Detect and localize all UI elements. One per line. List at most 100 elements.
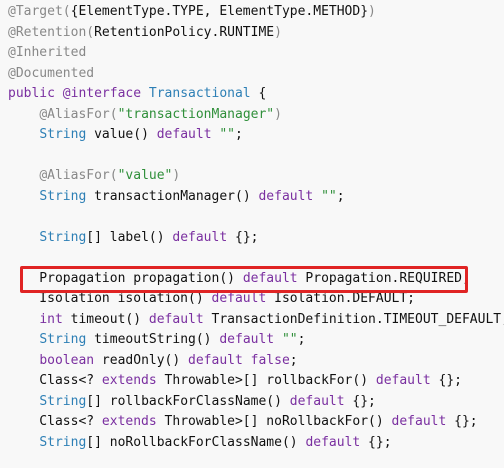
code-token: ;	[235, 127, 243, 142]
code-token: @AliasFor(	[39, 168, 118, 183]
code-token: Class<?	[8, 414, 102, 429]
code-line: @AliasFor("transactionManager")	[8, 105, 504, 126]
code-token: {};	[227, 229, 259, 245]
code-token: @interface	[62, 86, 149, 101]
code-line: String[] label() default {};	[8, 228, 504, 249]
code-token: Isolation.DEFAULT;	[266, 291, 416, 306]
code-line: @AliasFor("value")	[8, 166, 504, 187]
code-token: [] label()	[86, 229, 173, 245]
code-token: TransactionDefinition.TIMEOUT_DEFAULT;	[203, 311, 504, 327]
code-line: public @interface Transactional {	[8, 84, 504, 105]
code-token: @Target(	[8, 4, 71, 19]
code-token: {ElementType.TYPE, ElementType.METHOD}	[70, 4, 369, 19]
code-token: default	[156, 127, 212, 142]
code-line: String transactionManager() default "";	[8, 187, 504, 208]
code-token: @Retention(	[8, 24, 95, 40]
code-token: ;	[297, 332, 306, 347]
code-token: @AliasFor(	[39, 106, 118, 122]
code-token: default	[148, 311, 204, 327]
code-token: ""	[219, 127, 236, 142]
code-token: ;	[289, 352, 298, 368]
code-token: int	[39, 311, 63, 327]
code-token: Isolation isolation()	[8, 291, 212, 306]
code-token: RetentionPolicy.RUNTIME	[94, 24, 275, 40]
code-token: "value"	[117, 168, 173, 183]
code-token: {};	[344, 393, 376, 409]
code-line: String timeoutString() default "";	[8, 330, 504, 351]
code-token: )	[368, 4, 376, 19]
code-line: String value() default "";	[8, 125, 504, 146]
code-token: "transactionManager"	[117, 106, 275, 122]
code-token: Class<?	[8, 373, 102, 388]
code-line: Class<? extends Throwable>[] rollbackFor…	[8, 371, 504, 392]
code-line: @Retention(RetentionPolicy.RUNTIME)	[8, 23, 504, 44]
code-token: )	[274, 24, 282, 40]
code-token: default	[188, 352, 243, 368]
code-token: ""	[281, 332, 298, 347]
code-token: public	[8, 86, 63, 101]
code-token: transactionManager()	[86, 188, 259, 204]
code-token: default	[172, 229, 228, 245]
code-line: @Target({ElementType.TYPE, ElementType.M…	[8, 2, 504, 23]
code-line: @Documented	[8, 64, 504, 85]
code-token: )	[274, 106, 282, 122]
code-block: @Target({ElementType.TYPE, ElementType.M…	[8, 2, 504, 453]
code-token: Transactional	[148, 86, 251, 101]
code-token: {};	[446, 414, 478, 429]
code-token: false	[250, 352, 290, 368]
code-token: boolean	[39, 352, 95, 368]
code-token: ""	[321, 188, 337, 204]
highlight-box	[20, 266, 468, 293]
code-token: default	[219, 332, 275, 347]
code-token: [] rollbackForClassName()	[86, 393, 290, 409]
code-token: String	[39, 127, 87, 142]
code-token: String	[39, 188, 87, 204]
code-line: Class<? extends Throwable>[] noRollbackF…	[8, 412, 504, 433]
code-token: {	[250, 86, 267, 101]
code-token: @Documented	[8, 65, 95, 81]
code-token: timeoutString()	[86, 332, 220, 347]
code-line: boolean readOnly() default false;	[8, 351, 504, 372]
code-token: )	[172, 168, 181, 183]
code-token: String	[39, 332, 87, 347]
code-token: String	[39, 393, 87, 409]
code-token: [] noRollbackForClassName()	[86, 434, 306, 450]
code-token: {};	[360, 434, 392, 450]
code-token: Throwable>[] rollbackFor()	[156, 373, 376, 388]
code-token: default	[391, 414, 447, 429]
code-token: value()	[86, 127, 157, 142]
code-token: default	[375, 373, 431, 388]
code-token: default	[258, 188, 314, 204]
code-token: default	[305, 434, 361, 450]
code-line: int timeout() default TransactionDefinit…	[8, 310, 504, 331]
code-token: extends	[101, 414, 157, 429]
code-line: @Inherited	[8, 43, 504, 64]
code-token: default	[289, 393, 345, 409]
code-token: @Inherited	[8, 45, 87, 60]
code-token: timeout()	[62, 311, 149, 327]
code-token: Throwable>[] noRollbackFor()	[156, 414, 392, 429]
code-token: {};	[430, 373, 462, 388]
code-token: String	[39, 434, 87, 450]
code-token: readOnly()	[94, 352, 189, 368]
code-token: extends	[101, 373, 157, 388]
code-token: ;	[336, 188, 345, 204]
code-token: String	[39, 229, 87, 245]
code-token: default	[211, 291, 267, 306]
code-editor: @Target({ElementType.TYPE, ElementType.M…	[0, 0, 504, 468]
code-line: String[] noRollbackForClassName() defaul…	[8, 433, 504, 454]
